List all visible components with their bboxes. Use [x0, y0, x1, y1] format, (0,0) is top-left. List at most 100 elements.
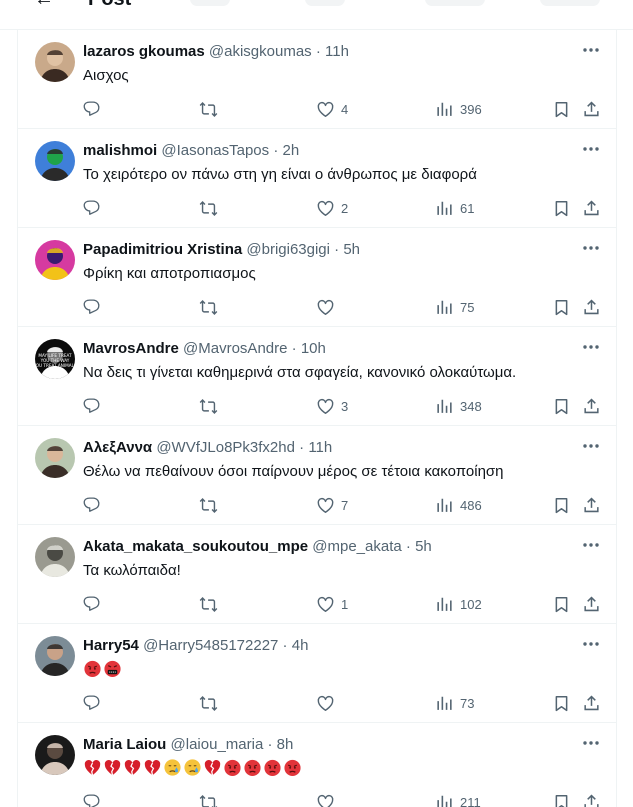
header-tab[interactable] [425, 0, 485, 6]
timestamp[interactable]: 10h [301, 340, 326, 357]
header-tab[interactable] [540, 0, 600, 6]
more-icon[interactable] [580, 634, 602, 654]
bookmark-button[interactable] [552, 592, 571, 616]
reply-post[interactable]: Akata_makata_soukoutou_mpe @mpe_akata · … [18, 525, 616, 624]
bookmark-button[interactable] [552, 394, 571, 418]
bookmark-button[interactable] [552, 493, 571, 517]
reply-post[interactable]: Harry54 @Harry5485172227 · 4h 73 [18, 624, 616, 723]
like-button[interactable]: 1 [316, 592, 348, 616]
retweet-button[interactable] [199, 493, 218, 517]
timestamp[interactable]: 2h [283, 142, 300, 159]
share-button[interactable] [582, 394, 601, 418]
bookmark-button[interactable] [552, 196, 571, 220]
views-button[interactable]: 75 [435, 295, 474, 319]
avatar[interactable] [35, 636, 75, 676]
reply-post[interactable]: ΑλεξΑννα @WVfJLo8Pk3fx2hd · 11h Θέλω να π… [18, 426, 616, 525]
like-button[interactable] [316, 691, 341, 715]
more-icon[interactable] [580, 436, 602, 456]
retweet-button[interactable] [199, 394, 218, 418]
reply-post[interactable]: MAY LIFE TREAT YOU THE WAY YOU TREAT ANIMA… [18, 327, 616, 426]
retweet-button[interactable] [199, 196, 218, 220]
views-button[interactable]: 211 [435, 790, 481, 807]
like-button[interactable] [316, 790, 341, 807]
display-name[interactable]: Harry54 [83, 637, 139, 654]
user-handle[interactable]: @MavrosAndre [183, 340, 287, 357]
retweet-button[interactable] [199, 592, 218, 616]
back-arrow-icon[interactable]: ← [34, 0, 54, 11]
avatar[interactable] [35, 240, 75, 280]
reply-button[interactable] [82, 97, 101, 121]
user-handle[interactable]: @IasonasTapos [161, 142, 269, 159]
bookmark-button[interactable] [552, 790, 571, 807]
display-name[interactable]: lazaros gkoumas [83, 43, 205, 60]
avatar[interactable] [35, 438, 75, 478]
header-tab[interactable] [190, 0, 230, 6]
reply-post[interactable]: Papadimitriou Xristina @brigi63gigi · 5h… [18, 228, 616, 327]
views-button[interactable]: 486 [435, 493, 482, 517]
timestamp[interactable]: 11h [325, 43, 349, 60]
retweet-button[interactable] [199, 691, 218, 715]
timestamp[interactable]: 11h [308, 439, 332, 456]
more-icon[interactable] [580, 238, 602, 258]
display-name[interactable]: Akata_makata_soukoutou_mpe [83, 538, 308, 555]
like-button[interactable]: 7 [316, 493, 348, 517]
reply-button[interactable] [82, 295, 101, 319]
more-icon[interactable] [580, 535, 602, 555]
user-handle[interactable]: @brigi63gigi [246, 241, 330, 258]
display-name[interactable]: Maria Laiou [83, 736, 166, 753]
reply-button[interactable] [82, 790, 101, 807]
reply-post[interactable]: malishmoi @IasonasTapos · 2h Το χειρότερο… [18, 129, 616, 228]
retweet-button[interactable] [199, 97, 218, 121]
avatar[interactable] [35, 42, 75, 82]
more-icon[interactable] [580, 733, 602, 753]
share-button[interactable] [582, 97, 601, 121]
header-tab[interactable] [305, 0, 345, 6]
share-button[interactable] [582, 196, 601, 220]
retweet-button[interactable] [199, 295, 218, 319]
display-name[interactable]: Papadimitriou Xristina [83, 241, 242, 258]
more-icon[interactable] [580, 40, 602, 60]
share-button[interactable] [582, 295, 601, 319]
views-button[interactable]: 102 [435, 592, 482, 616]
reply-button[interactable] [82, 691, 101, 715]
like-button[interactable]: 4 [316, 97, 348, 121]
timestamp[interactable]: 5h [415, 538, 432, 555]
share-button[interactable] [582, 493, 601, 517]
user-handle[interactable]: @mpe_akata [312, 538, 401, 555]
display-name[interactable]: ΑλεξΑννα [83, 439, 152, 456]
share-button[interactable] [582, 592, 601, 616]
like-button[interactable]: 3 [316, 394, 348, 418]
avatar[interactable] [35, 735, 75, 775]
views-button[interactable]: 348 [435, 394, 482, 418]
reply-post[interactable]: Maria Laiou @laiou_maria · 8h 211 [18, 723, 616, 807]
share-button[interactable] [582, 790, 601, 807]
display-name[interactable]: MavrosAndre [83, 340, 179, 357]
views-button[interactable]: 396 [435, 97, 482, 121]
user-handle[interactable]: @Harry5485172227 [143, 637, 278, 654]
display-name[interactable]: malishmoi [83, 142, 157, 159]
bookmark-button[interactable] [552, 295, 571, 319]
reply-post[interactable]: lazaros gkoumas @akisgkoumas · 11h Αισχος… [18, 30, 616, 129]
share-button[interactable] [582, 691, 601, 715]
reply-button[interactable] [82, 493, 101, 517]
like-button[interactable] [316, 295, 341, 319]
bookmark-button[interactable] [552, 97, 571, 121]
bookmark-button[interactable] [552, 691, 571, 715]
timestamp[interactable]: 4h [292, 637, 309, 654]
reply-button[interactable] [82, 592, 101, 616]
user-handle[interactable]: @laiou_maria [171, 736, 264, 753]
views-button[interactable]: 61 [435, 196, 474, 220]
user-handle[interactable]: @WVfJLo8Pk3fx2hd [156, 439, 295, 456]
retweet-button[interactable] [199, 790, 218, 807]
reply-button[interactable] [82, 394, 101, 418]
avatar[interactable]: MAY LIFE TREAT YOU THE WAY YOU TREAT ANIMA… [35, 339, 75, 379]
avatar[interactable] [35, 141, 75, 181]
views-button[interactable]: 73 [435, 691, 474, 715]
avatar[interactable] [35, 537, 75, 577]
reply-button[interactable] [82, 196, 101, 220]
timestamp[interactable]: 5h [343, 241, 360, 258]
more-icon[interactable] [580, 337, 602, 357]
user-handle[interactable]: @akisgkoumas [209, 43, 312, 60]
more-icon[interactable] [580, 139, 602, 159]
timestamp[interactable]: 8h [277, 736, 294, 753]
